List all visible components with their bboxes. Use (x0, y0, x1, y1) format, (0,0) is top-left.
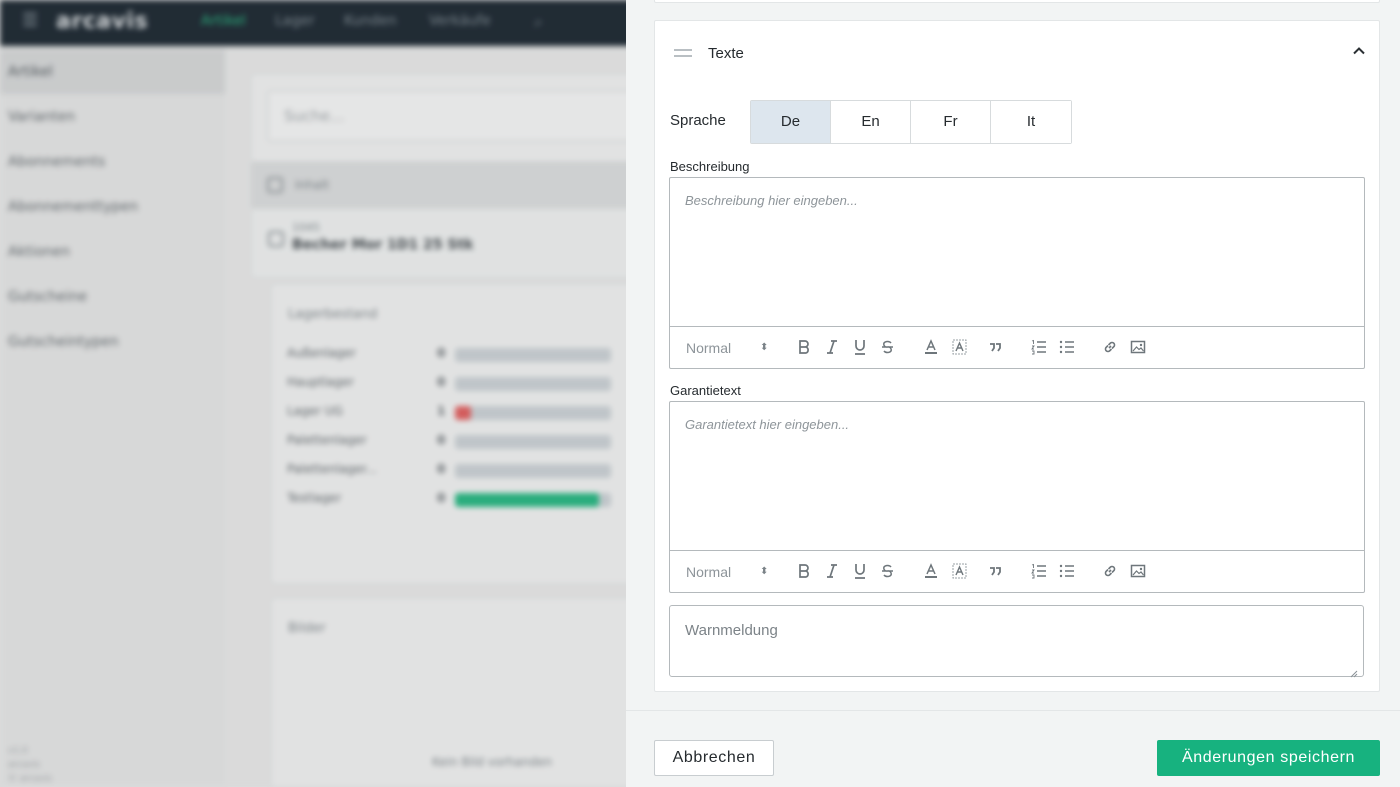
format-select-value: Normal (686, 340, 732, 356)
format-select-value: Normal (686, 564, 732, 580)
previous-section-card (654, 0, 1380, 3)
bullet-list-icon[interactable] (1059, 339, 1075, 357)
language-tab-de[interactable]: De (751, 101, 831, 143)
image-icon[interactable] (1130, 563, 1146, 581)
text-color-icon[interactable] (924, 339, 938, 357)
strike-icon[interactable] (881, 339, 894, 357)
strike-icon[interactable] (881, 563, 894, 581)
bold-icon[interactable] (797, 563, 811, 581)
italic-icon[interactable] (826, 563, 838, 581)
language-tab-it[interactable]: It (991, 101, 1071, 143)
underline-icon[interactable] (853, 563, 867, 581)
language-label: Sprache (670, 112, 726, 129)
description-toolbar: Normal ⬍ (670, 327, 1364, 368)
ordered-list-icon[interactable] (1031, 563, 1047, 581)
select-arrows-icon: ⬍ (760, 566, 769, 577)
text-color-icon[interactable] (924, 563, 938, 581)
underline-icon[interactable] (853, 339, 867, 357)
save-changes-button[interactable]: Änderungen speichern (1157, 740, 1380, 776)
description-input[interactable]: Beschreibung hier eingeben... (670, 178, 1364, 327)
format-select[interactable]: Normal ⬍ (686, 563, 772, 581)
format-select[interactable]: Normal ⬍ (686, 339, 772, 357)
cancel-button[interactable]: Abbrechen (654, 740, 774, 776)
warranty-toolbar: Normal ⬍ (670, 551, 1364, 592)
chevron-up-icon[interactable] (1352, 43, 1366, 57)
image-icon[interactable] (1130, 339, 1146, 357)
blockquote-icon[interactable] (988, 339, 1002, 357)
drag-handle-icon[interactable] (674, 49, 692, 57)
description-placeholder: Beschreibung hier eingeben... (685, 193, 858, 208)
description-editor: Beschreibung hier eingeben... Normal ⬍ (669, 177, 1365, 369)
description-label: Beschreibung (670, 159, 750, 174)
select-arrows-icon: ⬍ (760, 342, 769, 353)
blockquote-icon[interactable] (988, 563, 1002, 581)
warranty-placeholder: Garantietext hier eingeben... (685, 417, 850, 432)
link-icon[interactable] (1102, 563, 1118, 581)
edit-drawer: Texte Sprache De En Fr It Beschreibung B… (626, 0, 1400, 787)
warning-textarea[interactable]: Warnmeldung (669, 605, 1364, 678)
bold-icon[interactable] (797, 339, 811, 357)
texts-section: Texte Sprache De En Fr It Beschreibung B… (654, 20, 1380, 692)
language-tab-fr[interactable]: Fr (911, 101, 991, 143)
bullet-list-icon[interactable] (1059, 563, 1075, 581)
language-tab-en[interactable]: En (831, 101, 911, 143)
warning-placeholder: Warnmeldung (685, 622, 778, 639)
italic-icon[interactable] (826, 339, 838, 357)
section-title: Texte (708, 45, 744, 62)
highlight-icon[interactable] (952, 339, 967, 357)
ordered-list-icon[interactable] (1031, 339, 1047, 357)
drawer-footer: Abbrechen Änderungen speichern (626, 710, 1400, 787)
warranty-input[interactable]: Garantietext hier eingeben... (670, 402, 1364, 551)
resize-grip-icon[interactable] (1350, 663, 1358, 678)
warranty-label: Garantietext (670, 383, 741, 398)
warranty-editor: Garantietext hier eingeben... Normal ⬍ (669, 401, 1365, 593)
modal-backdrop[interactable] (0, 0, 626, 787)
highlight-icon[interactable] (952, 563, 967, 581)
drawer-scroll-area: Texte Sprache De En Fr It Beschreibung B… (626, 0, 1400, 710)
link-icon[interactable] (1102, 339, 1118, 357)
language-switcher: De En Fr It (750, 100, 1072, 144)
